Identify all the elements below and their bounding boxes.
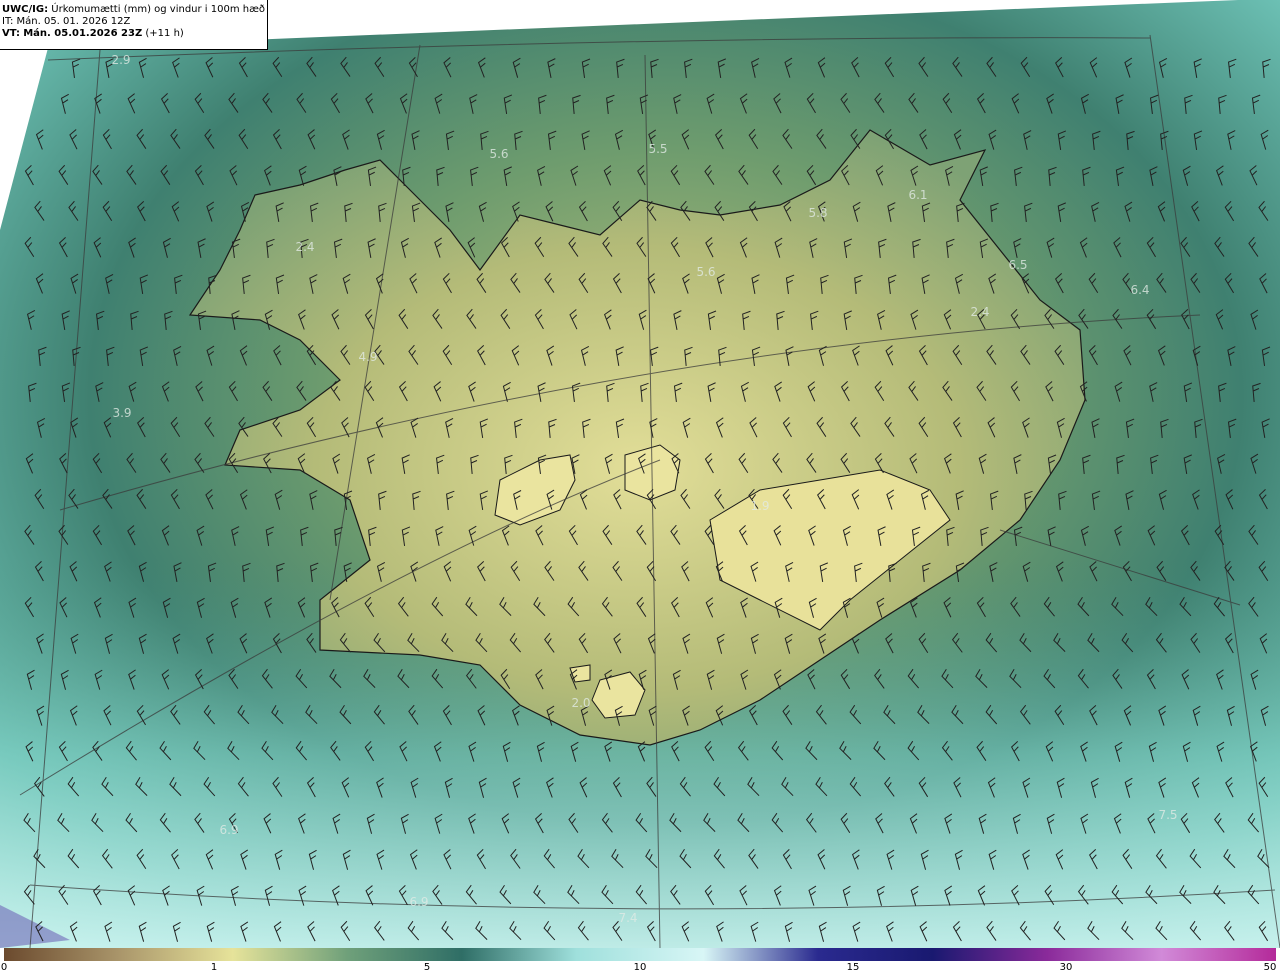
value-label: 4.9 [358,350,378,364]
valid-time-line: VT: Mán. 05.01.2026 23Z (+11 h) [2,28,267,40]
valid-time-offset: (+11 h) [145,28,184,39]
value-label: 2.4 [970,305,990,319]
map-title-box: UWC/IG: Úrkomumætti (mm) og vindur i 100… [0,0,268,50]
value-label: 2.4 [295,240,315,254]
colorbar-tick: 1 [210,962,218,973]
valid-time-value: Mán. 05.01.2026 23Z [23,28,143,39]
value-label: 2.0 [571,696,591,710]
value-label: 5.6 [696,265,716,279]
colorbar: 0 1 5 10 15 30 50 [0,948,1280,978]
value-label: 6.1 [908,188,928,202]
title-line: UWC/IG: Úrkomumætti (mm) og vindur i 100… [2,4,267,16]
init-time: IT: Mán. 05. 01. 2026 12Z [2,16,131,27]
colorbar-tick: 30 [1059,962,1073,973]
value-label: 6.5 [1008,258,1028,272]
product-description: Úrkomumætti (mm) og vindur i 100m hæð [51,4,266,15]
map-canvas [0,0,1280,948]
value-label: 3.9 [112,406,132,420]
value-label: 6.4 [1130,283,1150,297]
product-name: UWC/IG: [2,4,49,15]
value-label: 7.4 [618,911,638,925]
value-label: 2.9 [111,53,131,67]
value-label: 6.9 [409,895,429,909]
colorbar-tick: 10 [633,962,647,973]
value-label: 1.9 [750,499,770,513]
value-label: 5.6 [489,147,509,161]
value-label: 5.8 [808,206,828,220]
colorbar-tick: 0 [0,962,8,973]
colorbar-strip [4,948,1276,961]
colorbar-tick: 50 [1263,962,1277,973]
precipitation-map[interactable]: 2.9 5.6 5.5 6.1 5.8 2.4 5.6 6.5 6.4 2.4 … [0,0,1280,948]
value-label: 6.9 [219,823,239,837]
value-label: 5.5 [648,142,668,156]
colorbar-tick: 5 [423,962,431,973]
valid-time-prefix: VT: [2,28,21,39]
colorbar-tick: 15 [846,962,860,973]
value-label: 7.5 [1158,808,1178,822]
